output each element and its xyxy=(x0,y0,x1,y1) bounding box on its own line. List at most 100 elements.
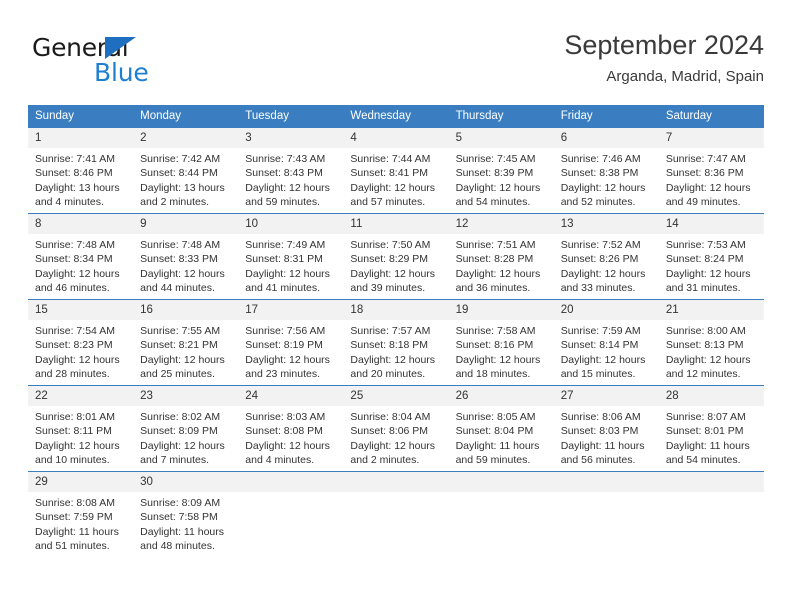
sunset-text: Sunset: 8:16 PM xyxy=(455,339,534,352)
day-sun-info: Sunrise: 8:08 AM Sunset: 7:59 PM Daylight:… xyxy=(28,492,133,553)
day-sun-info: Sunrise: 8:05 AM Sunset: 8:04 PM Daylight:… xyxy=(449,406,554,467)
calendar-week-row: 15 Sunrise: 7:54 AM Sunset: 8:23 PM Dayligh… xyxy=(28,299,764,386)
sunset-text: Sunset: 7:59 PM xyxy=(35,511,113,524)
calendar-day-cell[interactable]: 27 Sunrise: 8:06 AM Sunset: 8:03 PM Dayligh… xyxy=(553,385,659,472)
daylight-text: Daylight: 12 hours and 23 minutes. xyxy=(245,353,330,380)
daylight-text: Daylight: 12 hours and 7 minutes. xyxy=(140,439,225,466)
calendar-day-cell[interactable]: 23 Sunrise: 8:02 AM Sunset: 8:09 PM Dayligh… xyxy=(133,385,239,472)
calendar-day-cell[interactable]: 22 Sunrise: 8:01 AM Sunset: 8:11 PM Dayligh… xyxy=(28,385,134,472)
calendar-day-cell[interactable]: 16 Sunrise: 7:55 AM Sunset: 8:21 PM Dayligh… xyxy=(133,299,239,386)
daylight-text: Daylight: 11 hours and 48 minutes. xyxy=(140,525,224,552)
calendar-page: General Blue September 2024 Arganda, Mad… xyxy=(0,0,792,612)
sunrise-text: Sunrise: 7:47 AM xyxy=(665,153,746,165)
calendar-day-cell[interactable]: 21 Sunrise: 8:00 AM Sunset: 8:13 PM Dayligh… xyxy=(658,299,764,386)
day-sun-info: Sunrise: 7:46 AM Sunset: 8:38 PM Daylight:… xyxy=(554,148,659,209)
day-sun-info: Sunrise: 8:03 AM Sunset: 8:08 PM Daylight:… xyxy=(238,406,343,467)
day-number: 15 xyxy=(28,300,134,320)
daylight-text: Daylight: 12 hours and 2 minutes. xyxy=(350,439,436,466)
sunset-text: Sunset: 8:11 PM xyxy=(35,425,112,438)
sunset-text: Sunset: 8:41 PM xyxy=(350,167,429,180)
day-number: 23 xyxy=(133,386,239,406)
calendar-day-cell[interactable]: 1 Sunrise: 7:41 AM Sunset: 8:46 PM Daylight… xyxy=(28,127,134,214)
calendar-empty-cell xyxy=(238,471,344,557)
day-number: 4 xyxy=(343,128,449,148)
day-number: 5 xyxy=(448,128,554,148)
daylight-text: Daylight: 12 hours and 20 minutes. xyxy=(350,353,436,380)
day-sun-info: Sunrise: 8:01 AM Sunset: 8:11 PM Daylight:… xyxy=(28,406,133,467)
daylight-text: Daylight: 12 hours and 28 minutes. xyxy=(35,353,120,380)
page-title: September 2024 xyxy=(564,30,764,60)
calendar-day-cell[interactable]: 12 Sunrise: 7:51 AM Sunset: 8:28 PM Dayligh… xyxy=(448,213,554,300)
daylight-text: Daylight: 12 hours and 4 minutes. xyxy=(245,439,330,466)
calendar-day-cell[interactable]: 15 Sunrise: 7:54 AM Sunset: 8:23 PM Dayligh… xyxy=(28,299,134,386)
calendar-day-cell[interactable]: 7 Sunrise: 7:47 AM Sunset: 8:36 PM Daylight… xyxy=(658,127,764,214)
sunrise-text: Sunrise: 8:01 AM xyxy=(35,411,115,423)
calendar-day-cell[interactable]: 24 Sunrise: 8:03 AM Sunset: 8:08 PM Dayligh… xyxy=(238,385,344,472)
day-sun-info: Sunrise: 7:56 AM Sunset: 8:19 PM Daylight:… xyxy=(238,320,343,381)
day-number: 16 xyxy=(133,300,239,320)
sunset-text: Sunset: 8:23 PM xyxy=(35,339,113,352)
sunrise-text: Sunrise: 7:48 AM xyxy=(35,239,115,251)
day-number: 30 xyxy=(133,472,239,492)
calendar-day-cell[interactable]: 9 Sunrise: 7:48 AM Sunset: 8:33 PM Daylight… xyxy=(133,213,239,300)
calendar-day-cell[interactable]: 28 Sunrise: 8:07 AM Sunset: 8:01 PM Dayligh… xyxy=(658,385,764,472)
calendar-day-cell[interactable]: 19 Sunrise: 7:58 AM Sunset: 8:16 PM Dayligh… xyxy=(448,299,554,386)
calendar-day-cell[interactable]: 26 Sunrise: 8:05 AM Sunset: 8:04 PM Dayligh… xyxy=(448,385,554,472)
day-sun-info: Sunrise: 7:55 AM Sunset: 8:21 PM Daylight:… xyxy=(133,320,238,381)
day-sun-info: Sunrise: 7:43 AM Sunset: 8:43 PM Daylight:… xyxy=(238,148,343,209)
sunset-text: Sunset: 8:34 PM xyxy=(35,253,113,266)
calendar-day-cell[interactable]: 25 Sunrise: 8:04 AM Sunset: 8:06 PM Dayligh… xyxy=(343,385,449,472)
sunset-text: Sunset: 8:09 PM xyxy=(140,425,218,438)
sunset-text: Sunset: 8:44 PM xyxy=(140,167,218,180)
calendar-day-cell[interactable]: 13 Sunrise: 7:52 AM Sunset: 8:26 PM Dayligh… xyxy=(553,213,659,300)
calendar-day-cell[interactable]: 5 Sunrise: 7:45 AM Sunset: 8:39 PM Daylight… xyxy=(448,127,554,214)
daylight-text: Daylight: 13 hours and 2 minutes. xyxy=(140,181,225,208)
daylight-text: Daylight: 12 hours and 36 minutes. xyxy=(455,267,541,294)
calendar-day-cell[interactable]: 14 Sunrise: 7:53 AM Sunset: 8:24 PM Dayligh… xyxy=(658,213,764,300)
sunrise-text: Sunrise: 7:51 AM xyxy=(455,239,536,251)
calendar-day-cell[interactable]: 8 Sunrise: 7:48 AM Sunset: 8:34 PM Daylight… xyxy=(28,213,134,300)
sunset-text: Sunset: 8:43 PM xyxy=(245,167,323,180)
daylight-text: Daylight: 12 hours and 41 minutes. xyxy=(245,267,330,294)
weekday-header-row: Sunday Monday Tuesday Wednesday Thursday… xyxy=(28,105,764,128)
day-number: 29 xyxy=(28,472,134,492)
daylight-text: Daylight: 12 hours and 10 minutes. xyxy=(35,439,120,466)
calendar-day-cell[interactable]: 6 Sunrise: 7:46 AM Sunset: 8:38 PM Daylight… xyxy=(553,127,659,214)
calendar-body: 1 Sunrise: 7:41 AM Sunset: 8:46 PM Daylight… xyxy=(28,127,764,557)
sunset-text: Sunset: 8:28 PM xyxy=(455,253,534,266)
day-sun-info: Sunrise: 7:42 AM Sunset: 8:44 PM Daylight:… xyxy=(133,148,238,209)
calendar-day-cell[interactable]: 11 Sunrise: 7:50 AM Sunset: 8:29 PM Dayligh… xyxy=(343,213,449,300)
calendar-day-cell[interactable]: 20 Sunrise: 7:59 AM Sunset: 8:14 PM Dayligh… xyxy=(553,299,659,386)
day-number xyxy=(238,472,344,492)
calendar-day-cell[interactable]: 10 Sunrise: 7:49 AM Sunset: 8:31 PM Dayligh… xyxy=(238,213,344,300)
weekday-header-monday: Monday xyxy=(133,105,239,128)
daylight-text: Daylight: 11 hours and 51 minutes. xyxy=(35,525,119,552)
day-sun-info: Sunrise: 8:06 AM Sunset: 8:03 PM Daylight:… xyxy=(554,406,659,467)
day-sun-info: Sunrise: 7:51 AM Sunset: 8:28 PM Daylight:… xyxy=(449,234,554,295)
day-sun-info: Sunrise: 7:45 AM Sunset: 8:39 PM Daylight:… xyxy=(449,148,554,209)
sunrise-text: Sunrise: 7:55 AM xyxy=(140,325,221,337)
sunrise-text: Sunrise: 8:08 AM xyxy=(35,497,115,509)
sunrise-text: Sunrise: 8:09 AM xyxy=(140,497,221,509)
sunrise-text: Sunrise: 7:43 AM xyxy=(245,153,326,165)
day-number: 28 xyxy=(658,386,764,406)
calendar-day-cell[interactable]: 4 Sunrise: 7:44 AM Sunset: 8:41 PM Daylight… xyxy=(343,127,449,214)
page-header: General Blue September 2024 Arganda, Mad… xyxy=(28,28,764,98)
sunrise-text: Sunrise: 7:46 AM xyxy=(560,153,641,165)
sunrise-text: Sunrise: 7:52 AM xyxy=(560,239,641,251)
day-number: 12 xyxy=(448,214,554,234)
calendar-day-cell[interactable]: 18 Sunrise: 7:57 AM Sunset: 8:18 PM Dayligh… xyxy=(343,299,449,386)
daylight-text: Daylight: 12 hours and 44 minutes. xyxy=(140,267,225,294)
calendar-day-cell[interactable]: 30 Sunrise: 8:09 AM Sunset: 7:58 PM Dayligh… xyxy=(133,471,239,557)
weekday-header-sunday: Sunday xyxy=(28,105,134,128)
day-sun-info: Sunrise: 7:41 AM Sunset: 8:46 PM Daylight:… xyxy=(28,148,133,209)
day-number: 7 xyxy=(658,128,764,148)
calendar-day-cell[interactable]: 3 Sunrise: 7:43 AM Sunset: 8:43 PM Daylight… xyxy=(238,127,344,214)
daylight-text: Daylight: 12 hours and 52 minutes. xyxy=(560,181,646,208)
calendar-day-cell[interactable]: 17 Sunrise: 7:56 AM Sunset: 8:19 PM Dayligh… xyxy=(238,299,344,386)
day-number: 19 xyxy=(448,300,554,320)
logo-text-blue: Blue xyxy=(94,58,149,87)
daylight-text: Daylight: 12 hours and 49 minutes. xyxy=(665,181,751,208)
calendar-day-cell[interactable]: 2 Sunrise: 7:42 AM Sunset: 8:44 PM Daylight… xyxy=(133,127,239,214)
calendar-day-cell[interactable]: 29 Sunrise: 8:08 AM Sunset: 7:59 PM Dayligh… xyxy=(28,471,134,557)
